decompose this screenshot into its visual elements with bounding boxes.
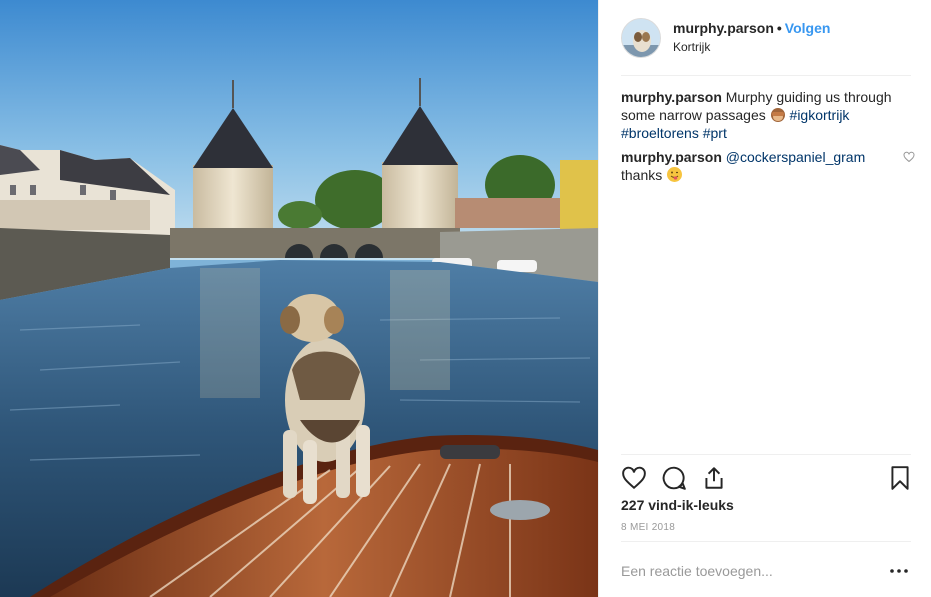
winking-face-with-tongue-icon bbox=[667, 167, 683, 182]
comment-text: thanks bbox=[621, 167, 663, 183]
location[interactable]: Kortrijk bbox=[673, 40, 830, 54]
caption: murphy.parson Murphy guiding us through … bbox=[621, 88, 913, 142]
comment-icon[interactable] bbox=[661, 465, 687, 491]
heart-icon[interactable] bbox=[621, 465, 647, 491]
avatar-image bbox=[622, 19, 660, 57]
action-bar bbox=[621, 454, 911, 498]
share-icon[interactable] bbox=[701, 465, 727, 491]
hashtag[interactable]: #prt bbox=[703, 125, 727, 141]
comment-heart-icon[interactable] bbox=[903, 151, 915, 163]
separator-dot: • bbox=[776, 20, 782, 36]
post-date[interactable]: 8 MEI 2018 bbox=[621, 522, 675, 533]
post-photo[interactable] bbox=[0, 0, 598, 597]
comment-item: murphy.parson @cockerspaniel_gram thanks bbox=[621, 148, 915, 184]
add-comment-input[interactable] bbox=[621, 562, 861, 580]
add-comment-area bbox=[621, 541, 911, 597]
header-text: murphy.parson • Volgen Kortrijk bbox=[673, 20, 830, 54]
bookmark-icon[interactable] bbox=[887, 465, 913, 491]
username[interactable]: murphy.parson bbox=[673, 20, 774, 36]
post-image bbox=[0, 0, 598, 597]
hashtag[interactable]: #igkortrijk bbox=[790, 107, 850, 123]
comment-username[interactable]: murphy.parson bbox=[621, 149, 722, 165]
post-side-panel: murphy.parson • Volgen Kortrijk murphy.par… bbox=[598, 0, 931, 597]
more-options-icon[interactable] bbox=[889, 564, 909, 578]
follow-button[interactable]: Volgen bbox=[785, 20, 831, 36]
comments-list: murphy.parson Murphy guiding us through … bbox=[621, 88, 915, 190]
avatar[interactable] bbox=[621, 18, 661, 58]
post-header: murphy.parson • Volgen Kortrijk bbox=[621, 18, 911, 76]
likes-count[interactable]: 227 vind-ik-leuks bbox=[621, 497, 734, 513]
see-no-evil-monkey-icon bbox=[770, 108, 785, 122]
mention-link[interactable]: @cockerspaniel_gram bbox=[726, 149, 866, 165]
comment-username[interactable]: murphy.parson bbox=[621, 89, 722, 105]
hashtag[interactable]: #broeltorens bbox=[621, 125, 699, 141]
